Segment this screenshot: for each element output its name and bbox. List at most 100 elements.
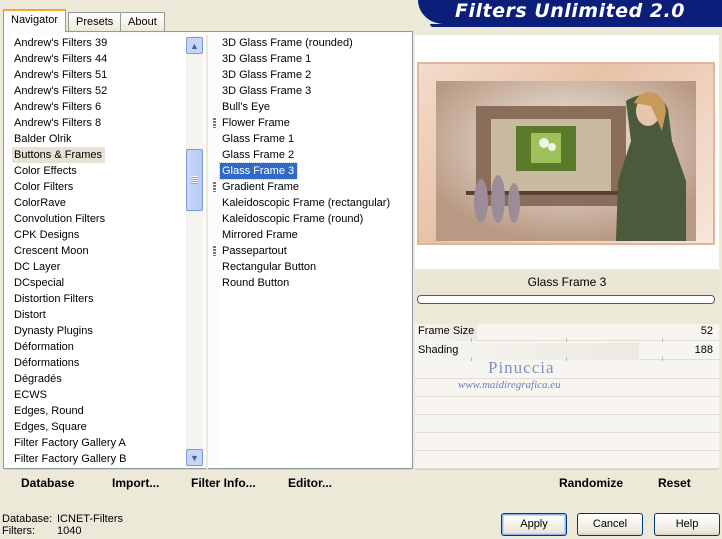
category-item[interactable]: Andrew's Filters 39 (12, 35, 186, 51)
category-list[interactable]: Andrew's Filters 39 Andrew's Filters 44 An… (12, 35, 186, 467)
slider-value: 52 (700, 325, 713, 337)
category-item[interactable]: DCspecial (12, 275, 186, 291)
scroll-thumb[interactable] (186, 149, 203, 211)
slider-empty (415, 398, 719, 415)
filter-item[interactable]: Glass Frame 3 (218, 162, 299, 180)
category-item[interactable]: Dynasty Plugins (12, 323, 186, 339)
apply-button[interactable]: Apply (501, 513, 567, 536)
slider-empty (415, 452, 719, 469)
database-label: Database: (2, 513, 53, 525)
list-divider (206, 35, 208, 469)
filter-item[interactable]: 3D Glass Frame (rounded) (220, 35, 410, 51)
slider-empty (415, 416, 719, 433)
cancel-button[interactable]: Cancel (577, 513, 643, 536)
folder-grip-icon (213, 182, 216, 192)
category-item[interactable]: DC Layer (12, 259, 186, 275)
slider-value: 188 (694, 344, 713, 356)
filter-item[interactable]: Bull's Eye (220, 99, 410, 115)
category-item[interactable]: Balder Olrik (12, 131, 186, 147)
filter-item[interactable]: Gradient Frame (220, 179, 410, 195)
slider-tick (566, 338, 567, 342)
filter-item[interactable]: Round Button (220, 275, 410, 291)
category-item[interactable]: Distortion Filters (12, 291, 186, 307)
chevron-down-icon: ▼ (190, 452, 199, 463)
app-banner-title: Filters Unlimited 2.0 (418, 0, 722, 24)
slider-shading[interactable]: Shading 188 (415, 343, 719, 361)
slider-empty (415, 362, 719, 379)
chevron-up-icon: ▲ (190, 40, 199, 51)
preview-image (436, 81, 696, 241)
slider-tick (471, 357, 472, 361)
filter-list[interactable]: 3D Glass Frame (rounded) 3D Glass Frame 1… (213, 35, 410, 467)
slider-empty (415, 434, 719, 451)
filter-item[interactable]: Glass Frame 1 (220, 131, 410, 147)
slider-label: Shading (418, 344, 459, 356)
filters-info: Filters: 1040 (2, 525, 81, 537)
right-button-bar: Randomize Reset (415, 469, 719, 497)
category-item[interactable]: Andrew's Filters 44 (12, 51, 186, 67)
category-item[interactable]: Edges, Round (12, 403, 186, 419)
filter-info-button[interactable]: Filter Info... (191, 476, 256, 490)
database-value: ICNET-Filters (57, 513, 123, 525)
filter-item[interactable]: Rectangular Button (220, 259, 410, 275)
category-item[interactable]: Filter Factory Gallery B (12, 451, 186, 467)
filter-item[interactable]: Mirrored Frame (220, 227, 410, 243)
tab-navigator[interactable]: Navigator (3, 9, 67, 32)
filters-count: 1040 (57, 525, 82, 537)
category-item[interactable]: Filter Factory Gallery A (12, 435, 186, 451)
banner-underline (430, 24, 722, 27)
filter-item[interactable]: 3D Glass Frame 2 (220, 67, 410, 83)
category-item[interactable]: Dégradés (12, 371, 186, 387)
parameter-sliders: Frame Size 52 Shading 188 (415, 324, 719, 469)
category-item[interactable]: ECWS (12, 387, 186, 403)
folder-grip-icon (213, 246, 216, 256)
category-item[interactable]: Distort (12, 307, 186, 323)
preview-artwork (436, 81, 696, 241)
filter-item[interactable]: Kaleidoscopic Frame (rectangular) (220, 195, 410, 211)
filter-item[interactable]: Kaleidoscopic Frame (round) (220, 211, 410, 227)
category-item[interactable]: Buttons & Frames (12, 147, 106, 163)
category-item[interactable]: ColorRave (12, 195, 186, 211)
slider-tick (662, 338, 663, 342)
category-item[interactable]: Convolution Filters (12, 211, 186, 227)
scroll-down-button[interactable]: ▼ (186, 449, 203, 466)
filter-name-label: Glass Frame 3 (415, 270, 719, 296)
category-item[interactable]: Color Effects (12, 163, 186, 179)
tab-about[interactable]: About (120, 12, 165, 31)
category-item[interactable]: Déformations (12, 355, 186, 371)
randomize-button[interactable]: Randomize (559, 476, 623, 490)
watermark-name: Pinuccia (488, 358, 555, 377)
filter-item[interactable]: 3D Glass Frame 3 (220, 83, 410, 99)
category-item[interactable]: Andrew's Filters 51 (12, 67, 186, 83)
category-scrollbar[interactable]: ▲ ▼ (186, 36, 203, 467)
slider-tick (566, 357, 567, 361)
category-item[interactable]: Andrew's Filters 6 (12, 99, 186, 115)
filter-item[interactable]: Flower Frame (220, 115, 410, 131)
database-info: Database: ICNET-Filters (2, 513, 123, 525)
watermark-url: www.maidiregrafica.eu (458, 379, 561, 391)
filters-label: Filters: (2, 525, 35, 537)
filter-item[interactable]: Passepartout (220, 243, 410, 259)
import-button[interactable]: Import... (112, 476, 159, 490)
slider-tick (471, 338, 472, 342)
editor-button[interactable]: Editor... (288, 476, 332, 490)
reset-button[interactable]: Reset (658, 476, 691, 490)
help-button[interactable]: Help (654, 513, 720, 536)
scroll-up-button[interactable]: ▲ (186, 37, 203, 54)
category-item[interactable]: Andrew's Filters 8 (12, 115, 186, 131)
left-button-bar: Database Import... Filter Info... Editor… (5, 469, 411, 497)
slider-label: Frame Size (418, 325, 475, 337)
category-item[interactable]: Andrew's Filters 52 (12, 83, 186, 99)
slider-tick (662, 357, 663, 361)
tab-presets[interactable]: Presets (68, 12, 122, 31)
category-item[interactable]: Crescent Moon (12, 243, 186, 259)
progress-bar (417, 295, 715, 304)
category-item[interactable]: Edges, Square (12, 419, 186, 435)
filter-item[interactable]: Glass Frame 2 (220, 147, 410, 163)
category-item[interactable]: Color Filters (12, 179, 186, 195)
category-item[interactable]: Déformation (12, 339, 186, 355)
category-item[interactable]: CPK Designs (12, 227, 186, 243)
database-button[interactable]: Database (21, 476, 74, 490)
slider-frame-size[interactable]: Frame Size 52 (415, 324, 719, 342)
filter-item[interactable]: 3D Glass Frame 1 (220, 51, 410, 67)
